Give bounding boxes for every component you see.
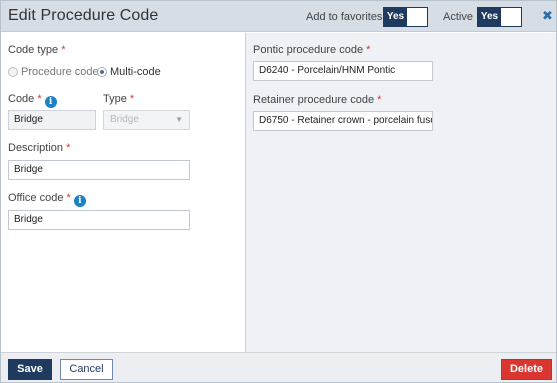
- description-label: Description *: [8, 142, 71, 154]
- close-icon[interactable]: ✖: [542, 9, 554, 23]
- required-marker: *: [61, 44, 66, 56]
- favorites-toggle[interactable]: Yes: [383, 7, 428, 27]
- code-label: Code * i: [8, 93, 57, 108]
- delete-button[interactable]: Delete: [501, 359, 552, 380]
- dialog-title: Edit Procedure Code: [8, 7, 159, 24]
- dialog-header: Edit Procedure Code Add to favorites Yes…: [1, 1, 556, 32]
- cancel-button[interactable]: Cancel: [60, 359, 113, 380]
- office-code-input[interactable]: Bridge: [8, 210, 190, 230]
- radio-procedure-code[interactable]: [8, 67, 18, 77]
- type-select-value: Bridge: [110, 114, 139, 125]
- right-codes-panel: Pontic procedure code * D6240 - Porcelai…: [245, 33, 556, 352]
- edit-procedure-code-dialog: Edit Procedure Code Add to favorites Yes…: [0, 0, 557, 383]
- radio-multi-code[interactable]: [97, 67, 107, 77]
- office-code-label: Office code * i: [8, 192, 86, 207]
- code-input[interactable]: Bridge: [8, 110, 96, 130]
- save-button[interactable]: Save: [8, 359, 52, 380]
- active-toggle[interactable]: Yes: [477, 7, 522, 27]
- retainer-code-input[interactable]: D6750 - Retainer crown - porcelain fused…: [253, 111, 433, 131]
- active-toggle-value: Yes: [478, 8, 501, 26]
- dialog-footer: Save Cancel Delete: [1, 352, 556, 382]
- code-type-label: Code type *: [8, 44, 66, 56]
- type-select: Bridge ▼: [103, 110, 190, 130]
- info-icon[interactable]: i: [73, 195, 86, 207]
- pontic-code-input[interactable]: D6240 - Porcelain/HNM Pontic: [253, 61, 433, 81]
- left-form-panel: Code type * Procedure code Multi-code Co…: [1, 33, 245, 352]
- chevron-down-icon: ▼: [175, 115, 183, 124]
- favorites-toggle-value: Yes: [384, 8, 407, 26]
- info-icon[interactable]: i: [44, 96, 57, 108]
- type-label: Type *: [103, 93, 135, 105]
- pontic-code-label: Pontic procedure code *: [253, 44, 371, 56]
- favorites-label: Add to favorites: [306, 11, 383, 23]
- radio-procedure-code-label[interactable]: Procedure code: [21, 66, 99, 78]
- radio-multi-code-label[interactable]: Multi-code: [110, 66, 161, 78]
- active-label: Active: [443, 11, 473, 23]
- retainer-code-label: Retainer procedure code *: [253, 94, 382, 106]
- description-input[interactable]: Bridge: [8, 160, 190, 180]
